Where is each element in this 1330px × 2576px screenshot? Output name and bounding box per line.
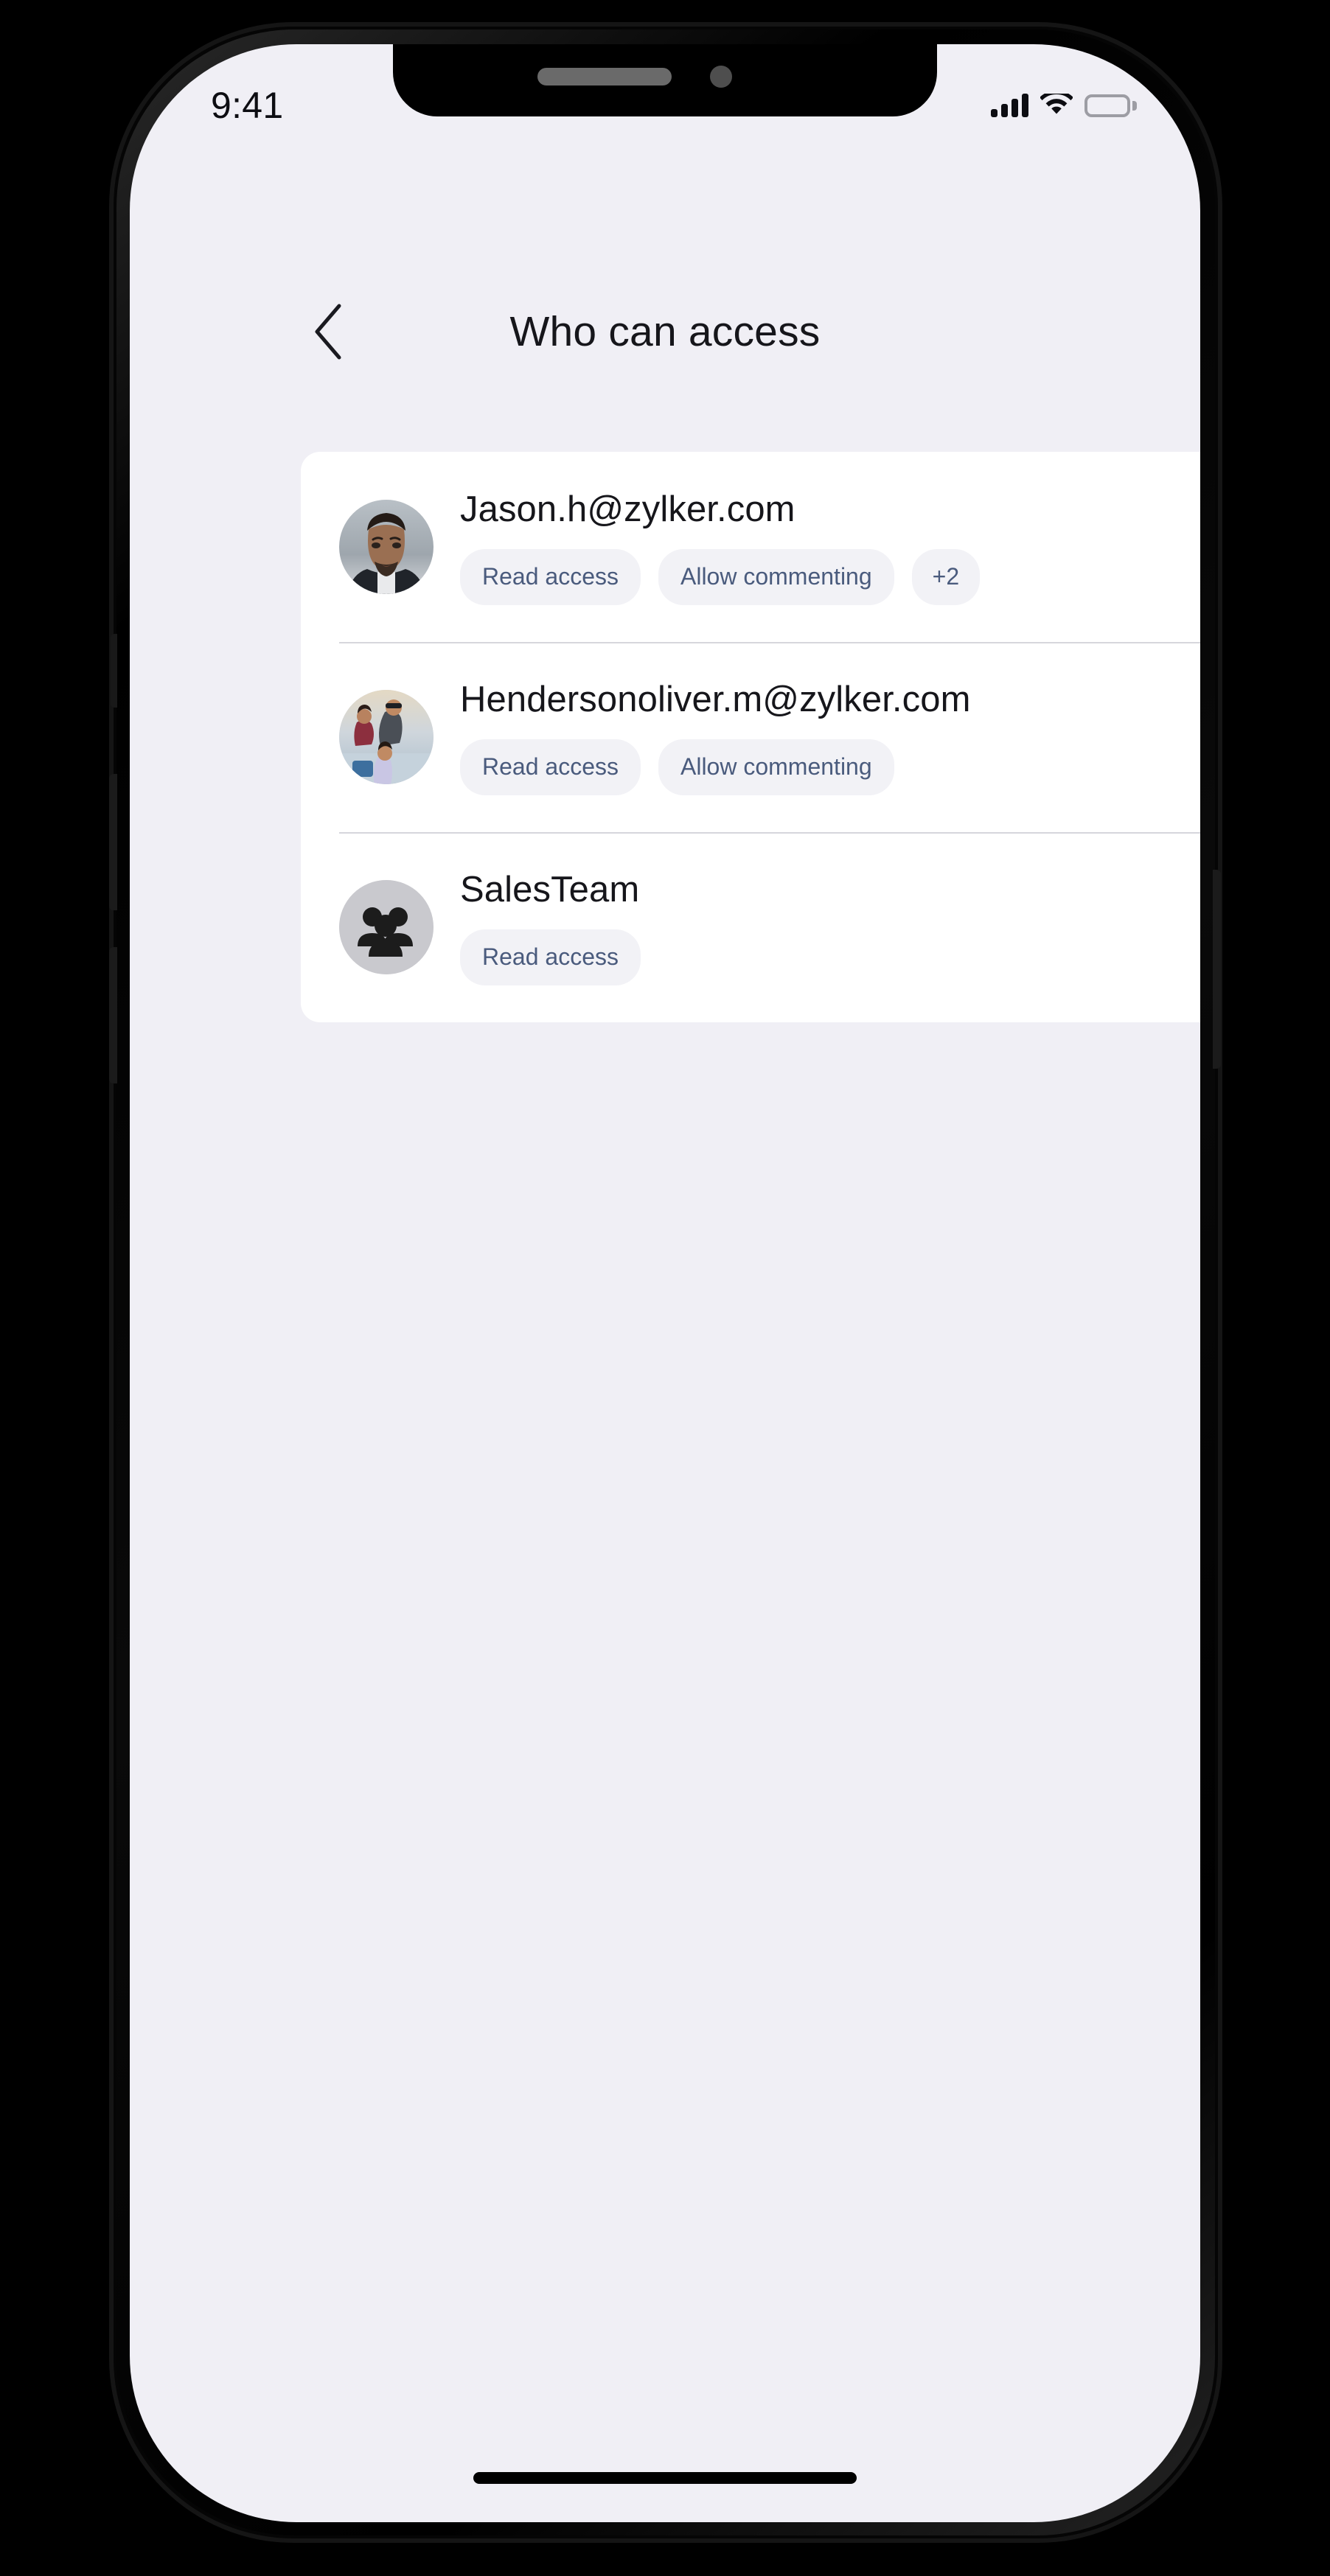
permission-chip-group: Read access Allow commenting (460, 739, 1196, 795)
volume-up-button[interactable] (109, 774, 117, 910)
device-notch (393, 44, 937, 116)
phone-screen: 9:41 Who can access Jason.h@zylker.com R… (130, 44, 1200, 2522)
power-button[interactable] (1213, 870, 1221, 1069)
chevron-left-icon (315, 304, 341, 360)
screenshot-stage: 9:41 Who can access Jason.h@zylker.com R… (0, 0, 1330, 2576)
user-photo-avatar (339, 690, 434, 784)
access-list-card: Jason.h@zylker.com Read access Allow com… (301, 452, 1200, 1022)
permission-chip-allow-commenting[interactable]: Allow commenting (658, 739, 894, 795)
row-title: Hendersonoliver.m@zylker.com (460, 680, 971, 719)
cellular-signal-icon (991, 94, 1028, 117)
permission-chip-read-access[interactable]: Read access (460, 549, 641, 605)
front-camera-icon (710, 66, 732, 88)
permission-chip-group: Read access (460, 929, 1196, 985)
status-bar-icons (991, 90, 1137, 117)
permission-chip-allow-commenting[interactable]: Allow commenting (658, 549, 894, 605)
user-photo-avatar (339, 500, 434, 594)
battery-full-icon (1084, 94, 1137, 117)
permission-chip-read-access[interactable]: Read access (460, 739, 641, 795)
page-title: Who can access (509, 308, 821, 355)
permission-chip-read-access[interactable]: Read access (460, 929, 641, 985)
row-content: Jason.h@zylker.com Read access Allow com… (460, 489, 1196, 605)
silent-switch[interactable] (111, 634, 117, 708)
table-row[interactable]: Jason.h@zylker.com Read access Allow com… (301, 452, 1200, 642)
table-row[interactable]: Hendersonoliver.m@zylker.com Read access… (301, 642, 1200, 832)
row-content: Hendersonoliver.m@zylker.com Read access… (460, 679, 1196, 795)
home-indicator-bar[interactable] (473, 2472, 857, 2484)
wifi-icon (1040, 90, 1073, 117)
permission-chip-group: Read access Allow commenting +2 (460, 549, 1196, 605)
earpiece-speaker-icon (537, 68, 672, 85)
row-title: SalesTeam (460, 870, 640, 910)
row-title: Jason.h@zylker.com (460, 489, 795, 529)
volume-down-button[interactable] (109, 947, 117, 1083)
back-button[interactable] (299, 298, 357, 366)
group-avatar (339, 880, 434, 974)
permission-chip-more-count[interactable]: +2 (911, 549, 981, 605)
status-bar-time: 9:41 (211, 85, 284, 126)
table-row[interactable]: SalesTeam Read access (301, 832, 1200, 1022)
navigation-header: Who can access (130, 287, 1200, 376)
row-content: SalesTeam Read access (460, 869, 1196, 985)
